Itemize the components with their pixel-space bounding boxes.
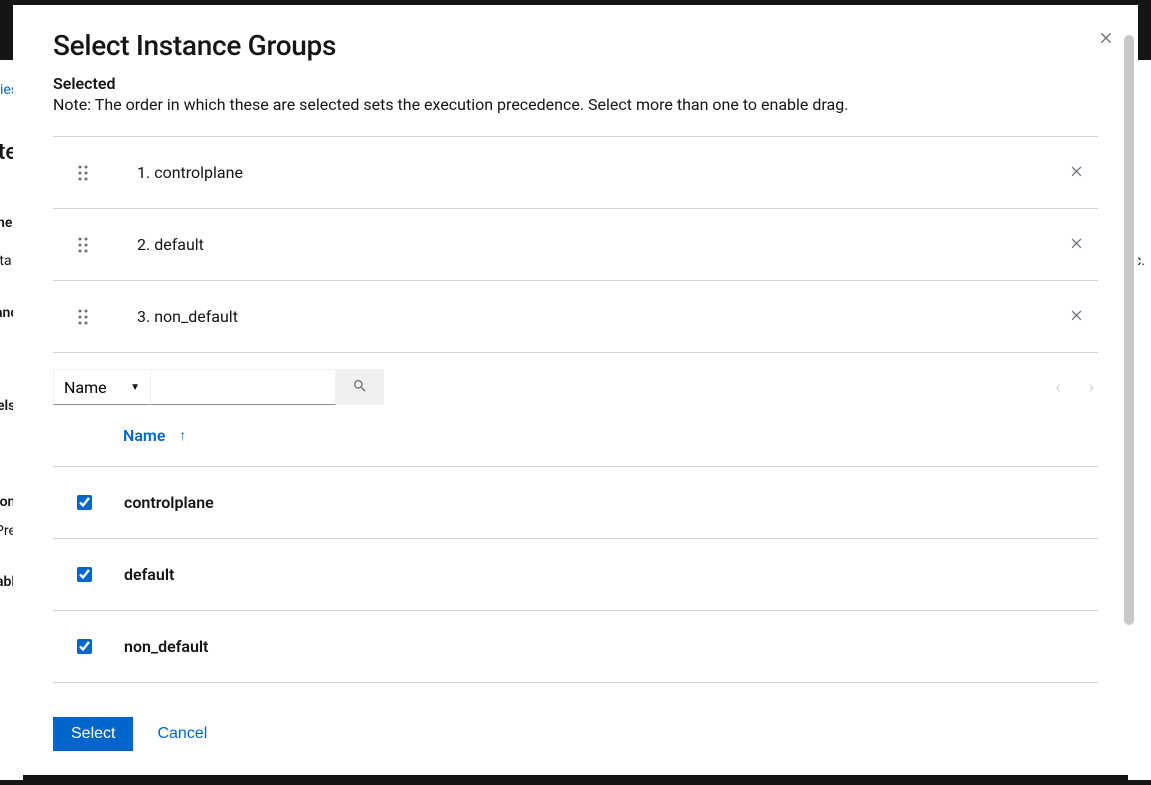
option-checkbox[interactable] [77,639,92,654]
column-name-header[interactable]: Name ↑ [123,426,186,445]
option-row-non-default: non_default [53,611,1098,683]
next-page-icon[interactable]: › [1089,377,1094,398]
selected-item-label: 3. non_default [137,307,1055,326]
pagination: ‹ › [1055,377,1098,398]
option-label: non_default [124,637,208,656]
drag-handle-icon[interactable] [77,237,93,253]
search-button[interactable] [336,369,384,405]
drag-handle-icon[interactable] [77,309,93,325]
selected-item-label: 2. default [137,235,1055,254]
option-row-default: default [53,539,1098,611]
caret-down-icon: ▼ [130,382,140,393]
selected-item-controlplane[interactable]: 1. controlplane [53,137,1098,209]
modal-footer: Select Cancel [13,693,1138,775]
filter-field-label: Name [64,378,107,397]
selected-list: 1. controlplane 2. default [53,136,1098,353]
remove-icon[interactable] [1055,234,1098,255]
option-label: default [124,565,174,584]
option-label: controlplane [124,493,214,512]
modal-title: Select Instance Groups [53,29,1098,62]
modal-backdrop: Select Instance Groups Selected Note: Th… [0,0,1151,785]
table-header: Name ↑ [53,405,1098,467]
option-checkbox[interactable] [77,567,92,582]
remove-icon[interactable] [1055,306,1098,327]
select-button[interactable]: Select [53,717,133,751]
selected-item-default[interactable]: 2. default [53,209,1098,281]
drag-handle-icon[interactable] [77,165,93,181]
remove-icon[interactable] [1055,162,1098,183]
selected-item-non-default[interactable]: 3. non_default [53,281,1098,353]
prev-page-icon[interactable]: ‹ [1055,377,1060,398]
filter-toolbar: Name ▼ ‹ › [53,369,1098,405]
selected-heading: Selected [53,74,1098,93]
selected-item-label: 1. controlplane [137,163,1055,182]
cancel-button[interactable]: Cancel [157,725,207,743]
precedence-note: Note: The order in which these are selec… [53,95,1098,114]
option-checkbox[interactable] [77,495,92,510]
search-input[interactable] [151,369,336,405]
filter-field-dropdown[interactable]: Name ▼ [53,369,151,405]
search-icon [352,378,368,397]
select-instance-groups-modal: Select Instance Groups Selected Note: Th… [13,5,1138,775]
option-row-controlplane: controlplane [53,467,1098,539]
sort-asc-icon: ↑ [179,427,186,444]
